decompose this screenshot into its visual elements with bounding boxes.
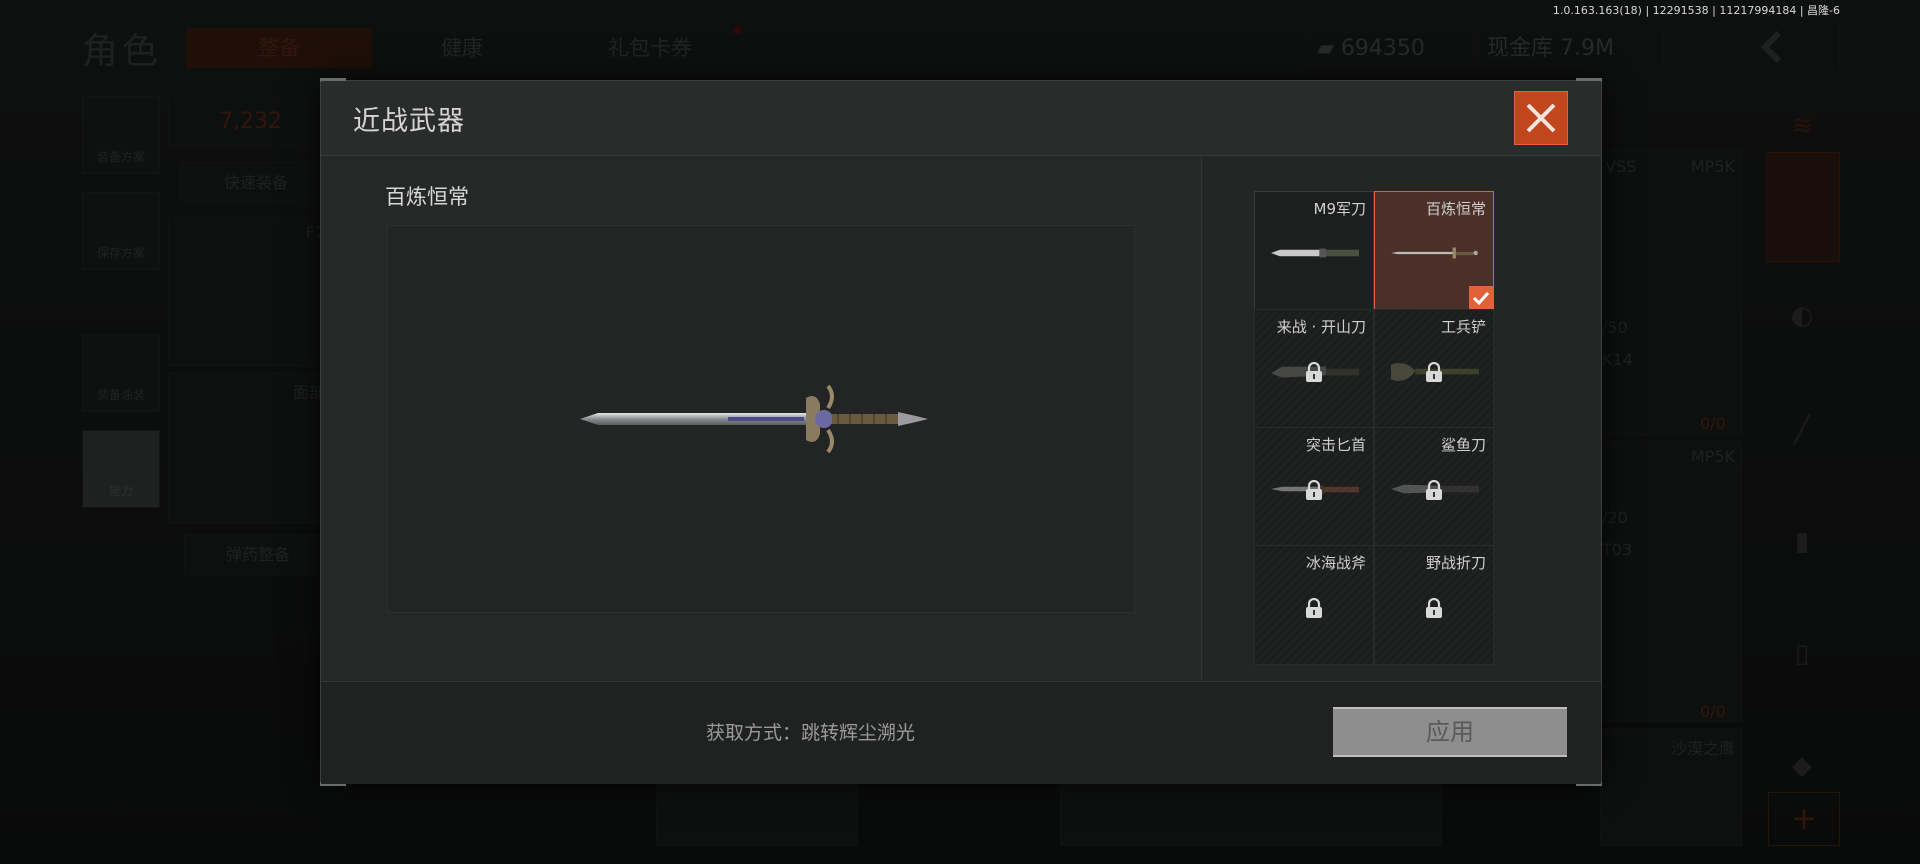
selected-check-icon <box>1469 286 1493 310</box>
weapon-card[interactable]: 来战 · 开山刀 <box>1254 309 1374 429</box>
bayonet-icon <box>1271 248 1359 258</box>
weapon-list[interactable]: M9军刀 百炼恒常来战 · 开山刀 工兵铲突击匕首 鲨鱼刀冰海战斧 野战折刀 <box>1202 157 1600 681</box>
apply-button[interactable]: 应用 <box>1333 707 1567 757</box>
weapon-card[interactable]: 野战折刀 <box>1374 545 1494 665</box>
lock-icon <box>1426 362 1442 382</box>
weapon-card-label: 工兵铲 <box>1440 318 1486 336</box>
lock-icon <box>1306 362 1322 382</box>
lock-icon <box>1426 480 1442 500</box>
close-icon <box>1526 103 1556 133</box>
weapon-preview <box>387 225 1135 613</box>
weapon-card[interactable]: 百炼恒常 <box>1374 191 1494 311</box>
lock-icon <box>1306 480 1322 500</box>
dialog-footer: 获取方式：跳转辉尘溯光 应用 <box>321 681 1601 784</box>
acquire-method-text: 获取方式：跳转辉尘溯光 <box>706 722 916 744</box>
weapon-card-label: 冰海战斧 <box>1305 554 1366 572</box>
lock-icon <box>1306 598 1322 618</box>
weapon-card[interactable]: 鲨鱼刀 <box>1374 427 1494 547</box>
lock-icon <box>1426 598 1442 618</box>
dialog-header: 近战武器 <box>321 81 1601 156</box>
weapon-card-label: 野战折刀 <box>1425 554 1486 572</box>
weapon-card-label: 来战 · 开山刀 <box>1276 318 1366 336</box>
weapon-card-label: 百炼恒常 <box>1425 200 1486 218</box>
preview-weapon-name: 百炼恒常 <box>385 185 469 209</box>
weapon-card-label: M9军刀 <box>1313 200 1367 218</box>
weapon-card-label: 鲨鱼刀 <box>1440 436 1486 454</box>
weapon-card[interactable]: 工兵铲 <box>1374 309 1494 429</box>
dialog-title: 近战武器 <box>353 106 465 137</box>
weapon-card[interactable]: 冰海战斧 <box>1254 545 1374 665</box>
melee-weapon-dialog: 近战武器 百炼恒常 M9军刀 百炼恒常 来战 · 开山刀 工兵铲 突击匕首 鲨鱼… <box>320 78 1602 786</box>
weapon-card[interactable]: M9军刀 <box>1254 191 1374 311</box>
weapon-card-label: 突击匕首 <box>1305 436 1366 454</box>
version-info: 1.0.163.163(18) | 12291538 | 112179941​8… <box>1552 4 1840 17</box>
sword-icon <box>580 384 928 454</box>
close-button[interactable] <box>1514 91 1568 145</box>
weapon-card[interactable]: 突击匕首 <box>1254 427 1374 547</box>
sword-icon <box>1391 247 1478 259</box>
